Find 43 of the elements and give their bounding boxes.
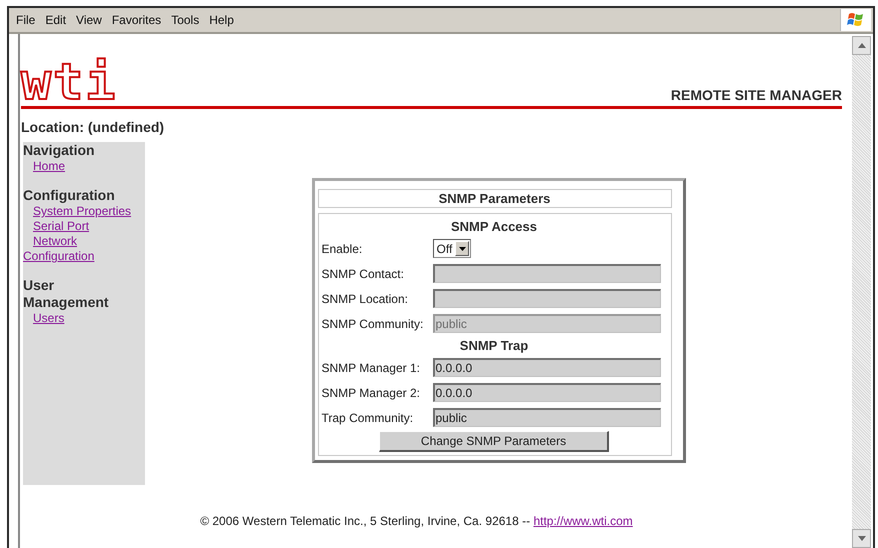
menu-item[interactable]: Favorites xyxy=(106,13,166,27)
input-field[interactable]: 0.0.0.0 xyxy=(432,358,660,377)
section-heading: SNMP Access xyxy=(450,218,538,236)
sidebar-heading: Configuration xyxy=(23,187,116,204)
menu-item[interactable]: View xyxy=(71,13,107,27)
down-arrow-icon xyxy=(858,536,866,541)
sidebar-link[interactable]: Home xyxy=(23,159,66,174)
input-field[interactable]: public xyxy=(432,408,660,427)
menu-item[interactable]: File xyxy=(11,13,40,27)
field-label: SNMP Manager 2: xyxy=(322,386,421,400)
panel-title: SNMP Parameters xyxy=(318,189,672,208)
sidebar-link[interactable]: Network Configuration xyxy=(23,234,145,264)
field-label: SNMP Location: xyxy=(322,292,409,306)
scrollbar[interactable] xyxy=(852,36,871,548)
input-field[interactable] xyxy=(432,264,660,283)
location-label: Location: (undefined) xyxy=(21,119,166,135)
change-parameters-button[interactable]: Change SNMP Parameters xyxy=(379,431,609,452)
enable-dropdown[interactable]: Off xyxy=(432,239,472,258)
menu-item[interactable]: Edit xyxy=(40,13,72,27)
windows-flag-icon xyxy=(840,9,871,31)
copyright-text: © 2006 Western Telematic Inc., 5 Sterling, Irvine, Ca. 92618 -- xyxy=(200,514,530,528)
field-label: Trap Community: xyxy=(322,410,414,424)
sidebar-heading: Navigation xyxy=(23,142,96,159)
field-label: SNMP Manager 1: xyxy=(322,360,421,374)
sidebar-link[interactable]: Users xyxy=(23,311,64,326)
field-label: Enable: xyxy=(322,242,364,256)
up-arrow-icon xyxy=(858,43,866,48)
logo: wti xyxy=(21,58,118,106)
input-field[interactable] xyxy=(432,289,660,308)
website-link[interactable]: http://www.wti.com xyxy=(533,514,633,528)
sidebar-link[interactable]: System Properties xyxy=(23,204,132,219)
caret-icon xyxy=(458,246,466,250)
menu-item[interactable]: Tools xyxy=(166,13,204,27)
menu-item[interactable]: Help xyxy=(204,13,239,27)
scroll-down-button[interactable] xyxy=(852,529,871,548)
scroll-up-button[interactable] xyxy=(852,36,871,55)
sidebar-link[interactable]: Serial Port xyxy=(23,219,90,234)
section-heading: SNMP Trap xyxy=(458,337,530,355)
product-title: REMOTE SITE MANAGER xyxy=(670,87,842,103)
sidebar-heading: User Management xyxy=(23,277,110,311)
field-label: SNMP Contact: xyxy=(322,266,405,280)
input-field[interactable]: 0.0.0.0 xyxy=(432,383,660,402)
field-label: SNMP Community: xyxy=(322,316,424,330)
